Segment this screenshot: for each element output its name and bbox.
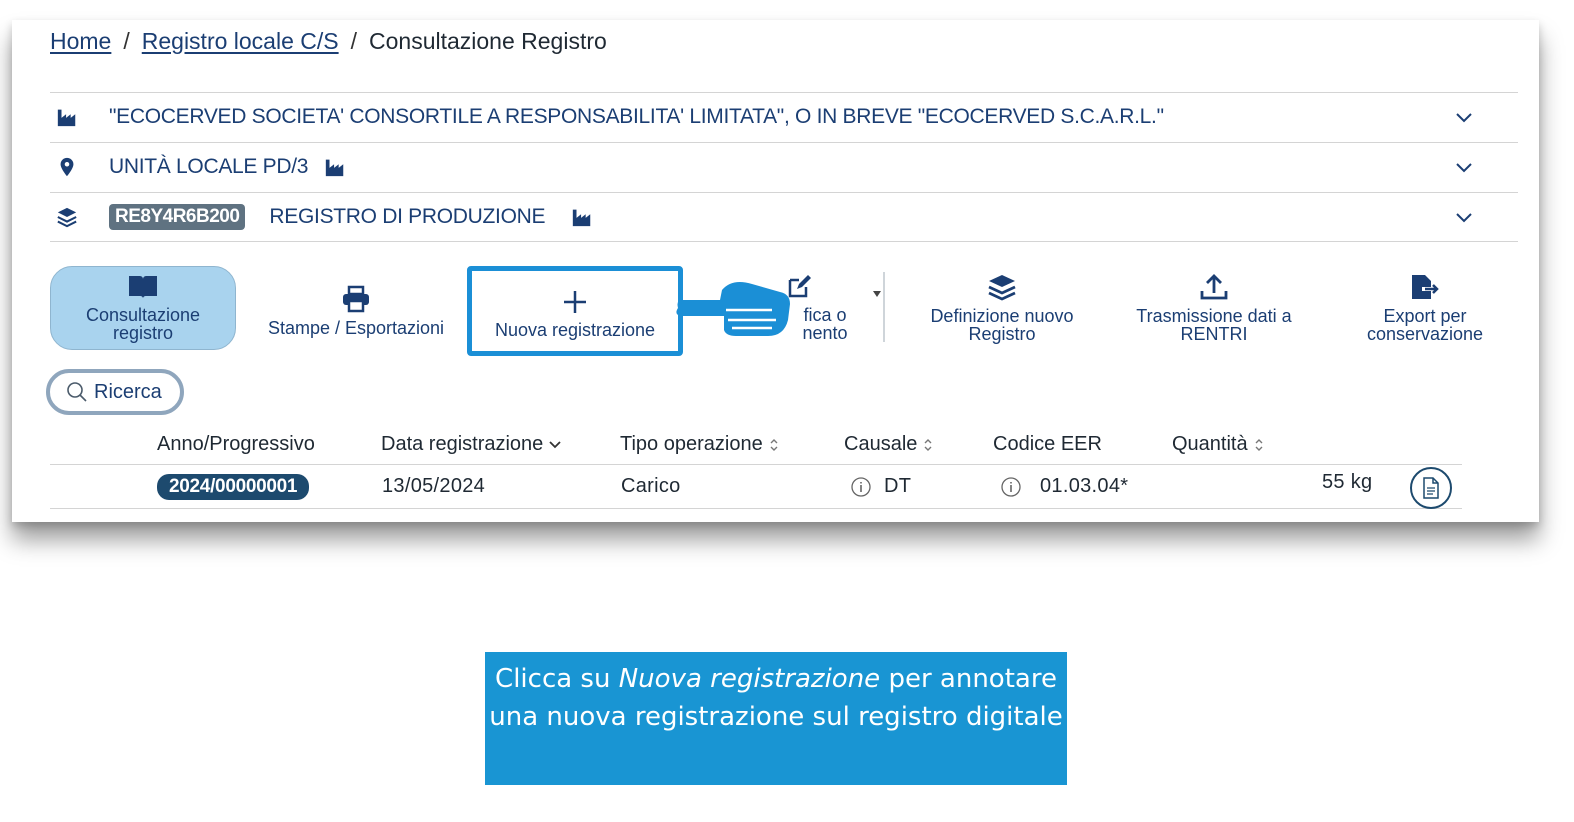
sort-icon (770, 438, 778, 451)
sort-icon (924, 438, 932, 451)
cell-progressivo[interactable]: 2024/00000001 (157, 474, 310, 500)
nuova-registrazione-label: Nuova registrazione (494, 320, 656, 340)
definizione-label-1: Definizione nuovo (930, 306, 1074, 326)
stampe-esportazioni-button[interactable]: Stampe / Esportazioni (256, 266, 456, 350)
register-name: REGISTRO DI PRODUZIONE (269, 205, 546, 228)
progressivo-badge[interactable]: 2024/00000001 (157, 474, 310, 500)
trasmissione-label-2: RENTRI (1180, 324, 1248, 344)
breadcrumb-home-link[interactable]: Home (50, 28, 111, 54)
file-export-icon (1412, 275, 1439, 299)
col-label: Anno/Progressivo (157, 433, 315, 455)
layers-icon (57, 207, 77, 228)
search-icon (67, 382, 87, 402)
col-label: Codice EER (993, 433, 1102, 455)
table-row[interactable]: 2024/00000001 13/05/2024 Carico DT 01.03… (50, 465, 1462, 509)
accordion-unit[interactable]: UNITÀ LOCALE PD/3 (50, 142, 1518, 192)
export-conservazione-button[interactable]: Export per conservazione (1340, 266, 1510, 350)
export-label-1: Export per (1383, 306, 1467, 326)
instruction-callout: Clicca su Nuova registrazione per annota… (485, 652, 1067, 785)
cell-data: 13/05/2024 (382, 475, 486, 497)
stampe-label: Stampe / Esportazioni (267, 318, 445, 338)
company-name: "ECOCERVED SOCIETA' CONSORTILE A RESPONS… (109, 105, 1164, 128)
breadcrumb-registro-link[interactable]: Registro locale C/S (142, 28, 339, 54)
consultazione-label-1: Consultazione (85, 305, 201, 325)
factory-icon (573, 209, 591, 227)
location-pin-icon (60, 157, 74, 177)
register-info: RE8Y4R6B200 REGISTRO DI PRODUZIONE (109, 204, 595, 230)
col-codice-eer[interactable]: Codice EER (993, 433, 1102, 456)
col-quantita[interactable]: Quantità (1172, 433, 1264, 456)
caret-down-icon[interactable] (872, 290, 882, 298)
factory-icon (57, 109, 76, 127)
accordion-company[interactable]: "ECOCERVED SOCIETA' CONSORTILE A RESPONS… (50, 92, 1518, 142)
callout-text-before: Clicca su (495, 664, 619, 694)
chevron-down-icon (549, 440, 561, 448)
breadcrumb-separator: / (123, 28, 130, 54)
document-button[interactable] (1410, 467, 1452, 509)
col-tipo-operazione[interactable]: Tipo operazione (620, 433, 779, 456)
accordion-register[interactable]: RE8Y4R6B200 REGISTRO DI PRODUZIONE (50, 192, 1518, 242)
cell-causale: DT (850, 475, 911, 498)
factory-icon (325, 159, 344, 177)
col-label: Tipo operazione (620, 433, 763, 455)
col-label: Data registrazione (381, 433, 544, 455)
register-code-badge: RE8Y4R6B200 (109, 204, 246, 230)
col-anno-progressivo[interactable]: Anno/Progressivo (157, 433, 315, 456)
eer-value: 01.03.04* (1040, 475, 1129, 497)
trasmissione-label-1: Trasmissione dati a (1136, 306, 1292, 326)
definizione-nuovo-registro-button[interactable]: Definizione nuovo Registro (912, 266, 1092, 350)
nuova-registrazione-button[interactable]: Nuova registrazione (467, 266, 683, 356)
search-button[interactable]: Ricerca (46, 369, 184, 415)
breadcrumb-current: Consultazione Registro (369, 28, 607, 54)
upload-icon (1200, 274, 1228, 300)
search-label: Ricerca (94, 380, 162, 403)
col-data-registrazione[interactable]: Data registrazione (381, 433, 561, 456)
cell-eer: 01.03.04* (1000, 475, 1128, 498)
consultazione-registro-button[interactable]: Consultazione registro (50, 266, 236, 350)
unit-label: UNITÀ LOCALE PD/3 (109, 155, 309, 178)
printer-icon (343, 285, 369, 313)
causale-value: DT (884, 475, 912, 497)
cell-tipo: Carico (621, 475, 681, 497)
callout-emphasis: Nuova registrazione (618, 664, 881, 694)
sort-icon (1255, 438, 1263, 451)
breadcrumb: Home / Registro locale C/S / Consultazione R… (50, 28, 607, 55)
info-icon[interactable] (1000, 476, 1022, 498)
col-causale[interactable]: Causale (844, 433, 933, 456)
export-label-2: conservazione (1366, 324, 1484, 344)
info-icon[interactable] (850, 476, 872, 498)
chevron-down-icon[interactable] (1454, 208, 1474, 228)
col-label: Causale (844, 433, 918, 455)
plus-icon (564, 291, 586, 313)
trasmissione-rentri-button[interactable]: Trasmissione dati a RENTRI (1116, 266, 1312, 350)
chevron-down-icon[interactable] (1454, 108, 1474, 128)
pointing-hand-icon (676, 282, 790, 336)
definizione-label-2: Registro (968, 324, 1036, 344)
book-open-icon (129, 276, 157, 298)
cell-quantita: 55 kg (1322, 471, 1373, 493)
breadcrumb-separator: / (350, 28, 357, 54)
col-label: Quantità (1172, 433, 1248, 455)
consultazione-label-2: registro (112, 323, 174, 343)
toolbar-divider (883, 272, 885, 342)
unit-name: UNITÀ LOCALE PD/3 (109, 155, 348, 179)
document-icon (1423, 477, 1439, 499)
table-header: Anno/Progressivo Data registrazione Tipo… (50, 425, 1462, 465)
chevron-down-icon[interactable] (1454, 158, 1474, 178)
layers-icon (988, 275, 1016, 301)
